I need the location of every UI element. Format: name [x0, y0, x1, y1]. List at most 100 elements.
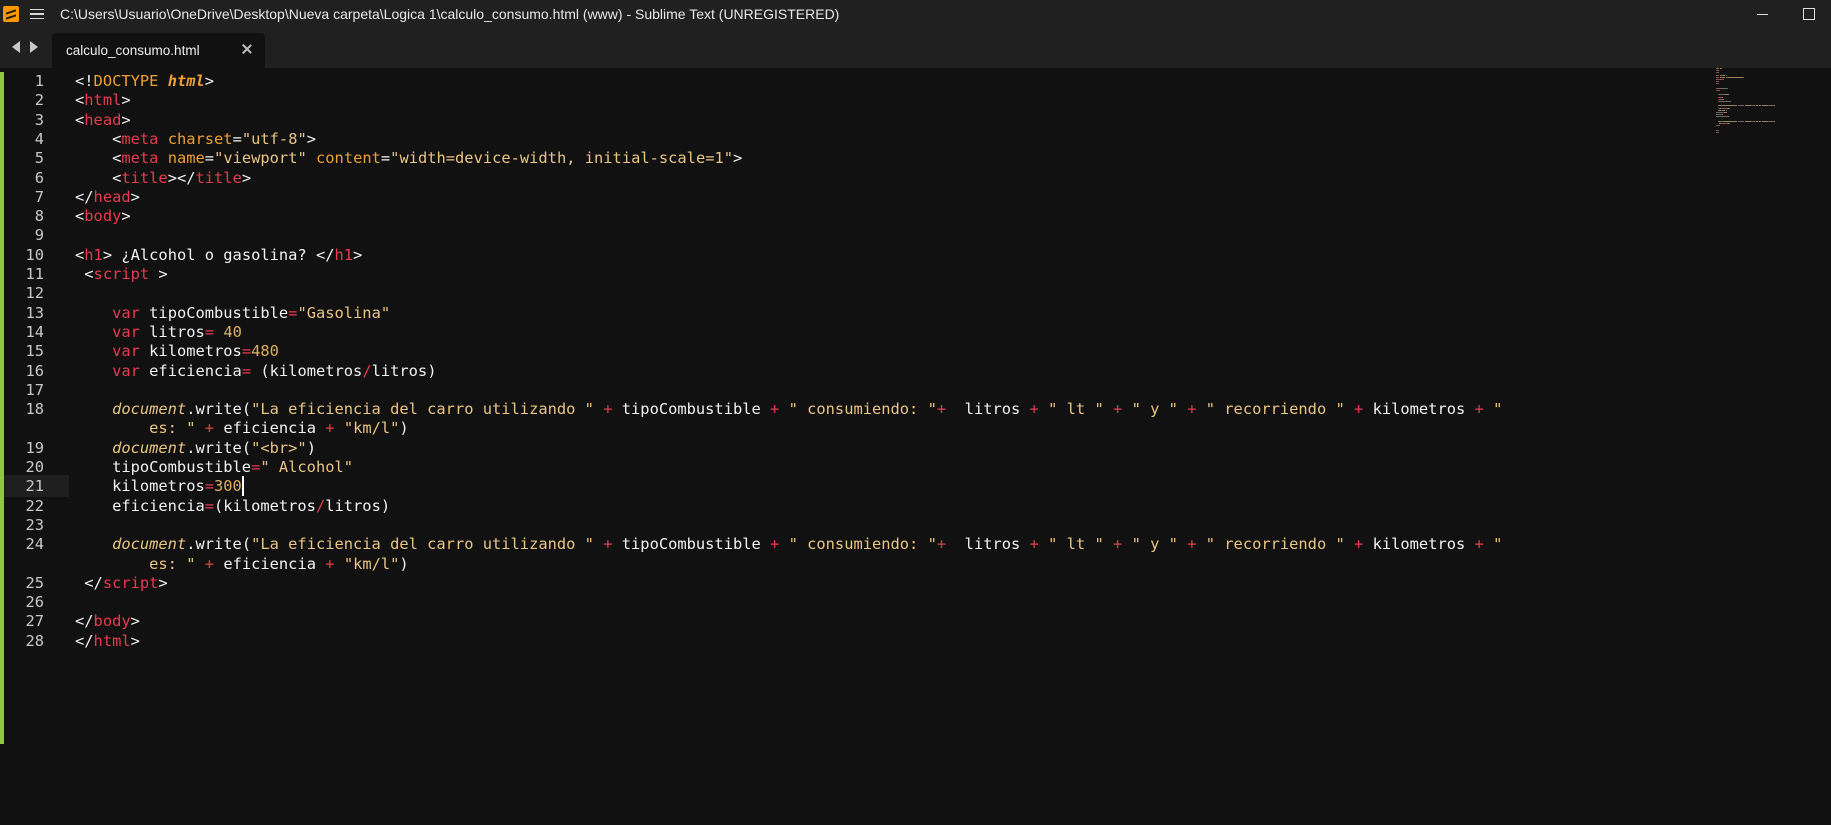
code-token: >	[130, 631, 140, 650]
hamburger-menu-icon[interactable]	[30, 8, 44, 20]
code-token: +	[204, 419, 215, 438]
code-token: tipoCombustible	[75, 458, 252, 476]
code-token: kilometros	[75, 477, 205, 496]
minimap-stroke	[1723, 120, 1738, 122]
minimap-stroke	[1717, 87, 1727, 89]
code-token: title	[195, 168, 242, 187]
code-token: "width=device-width, initial-scale=1"	[390, 149, 734, 168]
code-token: " consumiendo: "	[788, 535, 937, 554]
code-token: eficiencia	[139, 361, 242, 380]
minimap-stroke	[1717, 83, 1719, 85]
code-token: document	[112, 438, 187, 457]
minimap-stroke	[1722, 79, 1724, 80]
minimap[interactable]	[1716, 68, 1826, 158]
maximize-icon[interactable]	[1785, 0, 1831, 28]
minimap-stroke	[1723, 105, 1738, 107]
code-token: /	[362, 361, 372, 380]
code-token: +	[936, 535, 947, 554]
code-token: eficiencia	[214, 419, 326, 438]
code-token: +	[325, 554, 335, 573]
code-line[interactable]: 28 </html>	[0, 630, 1700, 652]
code-token: head	[93, 187, 131, 206]
code-token: </	[75, 612, 94, 631]
minimap-stroke	[1723, 112, 1728, 113]
code-token: "Gasolina"	[297, 303, 391, 322]
code-token: script	[102, 573, 159, 592]
code-token: meta	[121, 129, 159, 148]
window-controls	[1739, 0, 1831, 28]
code-token: >	[130, 612, 140, 631]
code-token: > ¿Alcohol o gasolina? </	[102, 245, 335, 264]
code-token: tipoCombustible	[139, 303, 289, 322]
code-token: content	[316, 149, 381, 168]
code-token: +	[1474, 535, 1484, 554]
minimap-stroke	[1721, 68, 1723, 69]
code-editor[interactable]: 1 <!DOCTYPE html> 2 <html> 3 <head> 4 <meta ch…	[0, 68, 1831, 825]
close-icon[interactable]	[241, 43, 253, 55]
window-title: C:\Users\Usuario\OneDrive\Desktop\Nueva …	[60, 6, 840, 22]
code-token: =	[204, 477, 215, 496]
code-token: >	[121, 110, 131, 129]
code-token: +	[1354, 400, 1364, 419]
code-token: <	[75, 149, 122, 168]
code-token: >	[158, 573, 168, 592]
code-token: >	[121, 207, 131, 226]
minimap-stroke	[1742, 76, 1744, 78]
code-token: ></	[167, 168, 196, 187]
code-token: document	[112, 535, 187, 554]
code-token: </	[75, 187, 94, 206]
minimap-stroke	[1725, 109, 1727, 111]
minimap-stroke	[1719, 90, 1721, 91]
code-token: +	[603, 400, 613, 419]
code-token: +	[1113, 535, 1123, 554]
code-token: =	[232, 129, 242, 148]
minimap-stroke	[1718, 131, 1720, 133]
title-bar: C:\Users\Usuario\OneDrive\Desktop\Nueva …	[0, 0, 1831, 28]
code-text: </html>	[75, 630, 140, 652]
code-token: script	[93, 265, 150, 283]
code-token: head	[84, 110, 122, 129]
code-token: charset	[167, 129, 233, 148]
code-token: "	[1493, 535, 1503, 554]
tab-calculo-consumo[interactable]: calculo_consumo.html	[52, 33, 265, 68]
tab-bar: calculo_consumo.html	[0, 28, 1831, 68]
code-token: >	[733, 149, 743, 168]
minimize-icon[interactable]	[1739, 0, 1785, 28]
tab-label: calculo_consumo.html	[66, 43, 200, 58]
code-token: 480	[251, 342, 279, 361]
code-token: document	[112, 400, 187, 419]
code-token: >	[149, 265, 168, 283]
minimap-stroke	[1717, 70, 1719, 72]
code-token: litros	[946, 535, 1030, 554]
code-token: "	[1493, 400, 1503, 419]
code-token: +	[1354, 535, 1364, 554]
code-token: " consumiendo: "	[788, 400, 937, 419]
minimap-stroke	[1762, 120, 1769, 122]
arrow-left-icon[interactable]	[12, 41, 20, 53]
code-token: var	[112, 342, 140, 361]
code-token: tipoCombustible	[612, 400, 771, 419]
arrow-right-icon[interactable]	[30, 41, 38, 53]
minimap-stroke	[1719, 125, 1721, 127]
code-token: eficiencia	[214, 554, 326, 573]
code-token: kilometros	[1363, 535, 1475, 554]
minimap-stroke	[1725, 94, 1729, 96]
text-cursor	[242, 476, 244, 497]
